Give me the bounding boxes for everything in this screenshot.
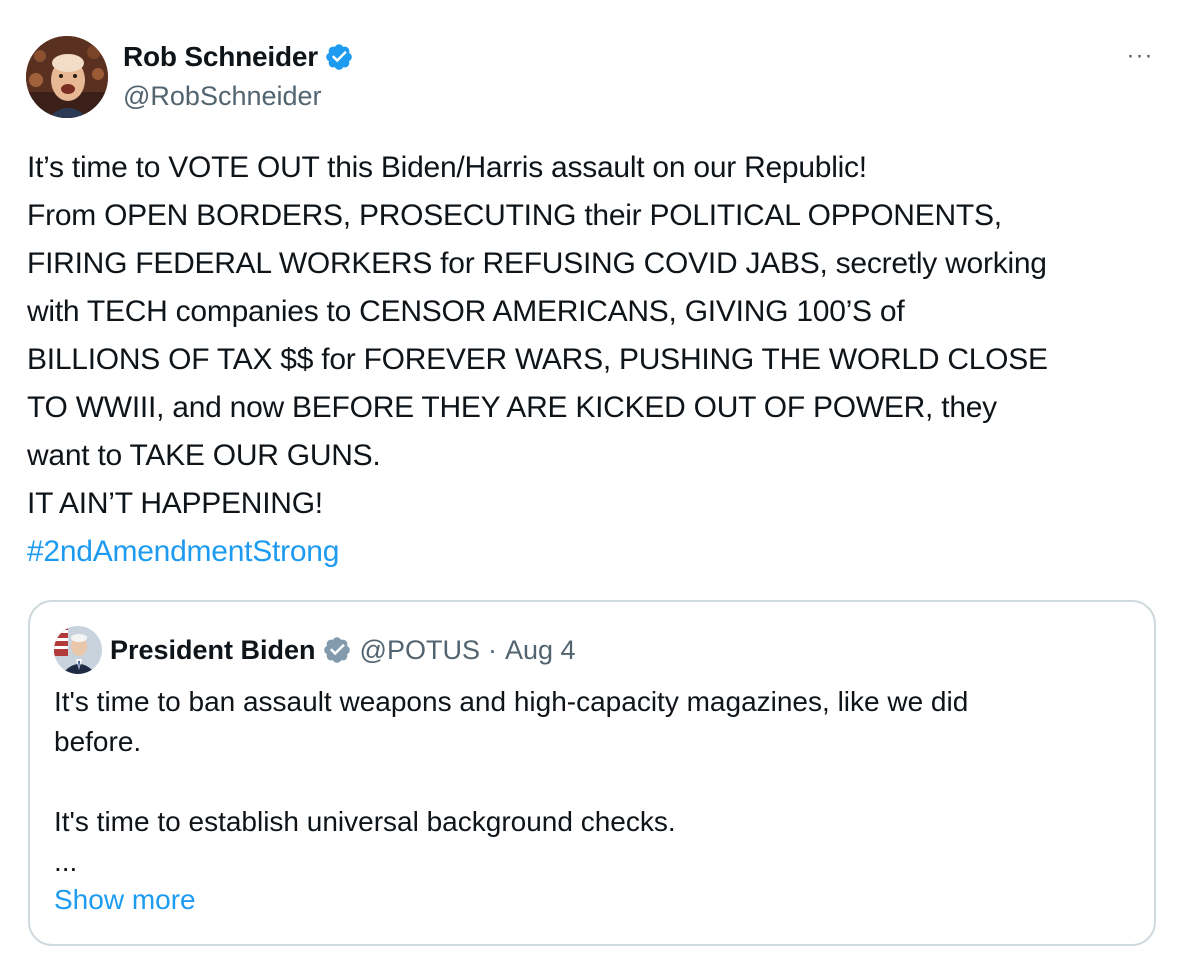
tweet-text: It’s time to VOTE OUT this Biden/Harris … bbox=[27, 144, 1167, 576]
tweet-line: with TECH companies to CENSOR AMERICANS,… bbox=[27, 295, 905, 328]
hashtag-link[interactable]: #2ndAmendmentStrong bbox=[27, 528, 1167, 576]
author-display-name[interactable]: Rob Schneider bbox=[123, 41, 318, 73]
quoted-date[interactable]: Aug 4 bbox=[505, 635, 576, 666]
tweet-line: BILLIONS OF TAX $$ for FOREVER WARS, PUS… bbox=[27, 343, 1048, 376]
quoted-author-avatar[interactable] bbox=[54, 626, 102, 674]
quoted-handle[interactable]: @POTUS bbox=[360, 635, 480, 666]
tweet-line: IT AIN’T HAPPENING! bbox=[27, 487, 323, 520]
author-avatar[interactable] bbox=[26, 36, 108, 118]
more-options-button[interactable]: ··· bbox=[1122, 42, 1158, 70]
show-more-link[interactable]: Show more bbox=[54, 884, 196, 916]
tweet-line: From OPEN BORDERS, PROSECUTING their POL… bbox=[27, 199, 1002, 232]
author-name-row: Rob Schneider bbox=[123, 40, 354, 74]
tweet-card: Rob Schneider @RobSchneider ··· It’s tim… bbox=[0, 0, 1190, 972]
author-handle[interactable]: @RobSchneider bbox=[123, 81, 322, 112]
quoted-line: It's time to establish universal backgro… bbox=[54, 806, 676, 837]
profile-photo-icon bbox=[54, 626, 102, 674]
quoted-tweet-header: President Biden @POTUS · Aug 4 bbox=[110, 632, 576, 668]
verified-gray-badge-icon bbox=[323, 637, 350, 663]
quoted-display-name[interactable]: President Biden bbox=[110, 635, 316, 666]
more-horizontal-icon: ··· bbox=[1126, 42, 1154, 69]
quoted-tweet-text: It's time to ban assault weapons and hig… bbox=[54, 682, 1134, 882]
quoted-line: It's time to ban assault weapons and hig… bbox=[54, 686, 969, 717]
quoted-separator: · bbox=[487, 634, 497, 665]
quoted-tweet-card[interactable]: President Biden @POTUS · Aug 4 It's time… bbox=[28, 600, 1156, 946]
tweet-line: It’s time to VOTE OUT this Biden/Harris … bbox=[27, 151, 867, 184]
quoted-line bbox=[54, 762, 1134, 802]
tweet-line: FIRING FEDERAL WORKERS for REFUSING COVI… bbox=[27, 247, 1047, 280]
tweet-line: want to TAKE OUR GUNS. bbox=[27, 439, 381, 472]
quoted-line: before. bbox=[54, 726, 142, 757]
quoted-line: ... bbox=[54, 846, 78, 877]
profile-photo-icon bbox=[26, 36, 108, 118]
tweet-line: TO WWIII, and now BEFORE THEY ARE KICKED… bbox=[27, 391, 997, 424]
verified-badge-icon bbox=[326, 44, 352, 70]
